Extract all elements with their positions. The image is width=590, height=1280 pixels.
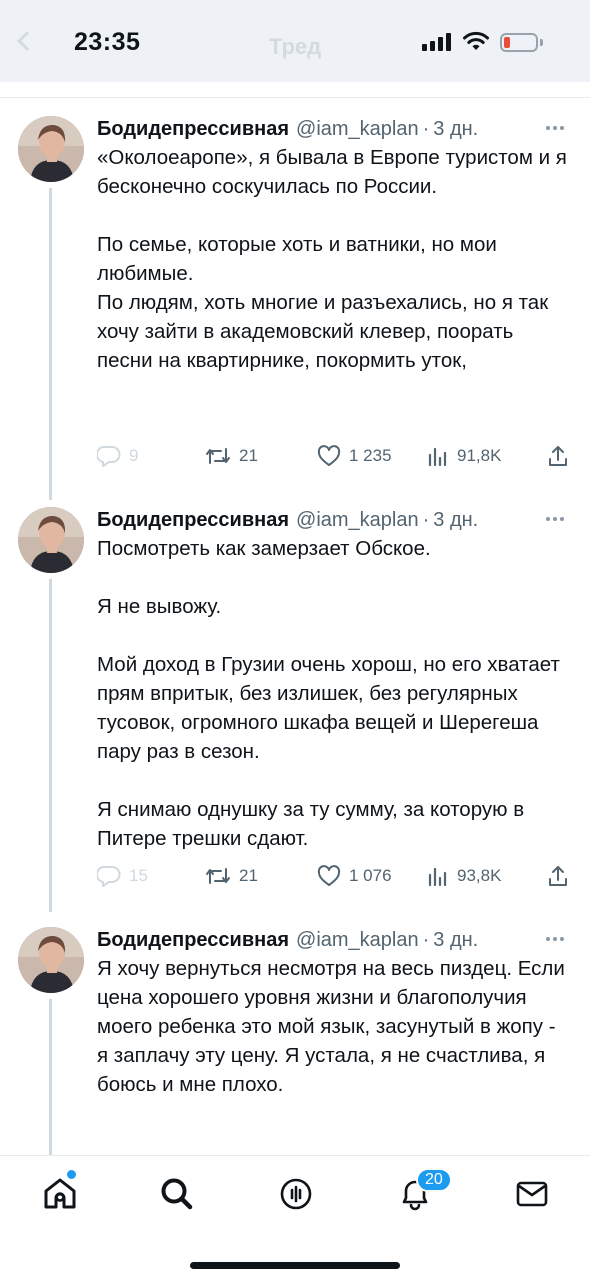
views-button[interactable]: 93,8K [427, 861, 501, 891]
like-count: 1 235 [349, 446, 392, 465]
search-icon [161, 1178, 193, 1210]
share-icon [549, 866, 567, 886]
tweet-actions: 15 21 1 076 93,8K [97, 861, 572, 891]
wifi-icon [463, 31, 489, 50]
thread-line [49, 188, 52, 500]
reply-count: 9 [129, 446, 139, 465]
more-options-icon[interactable] [546, 517, 564, 521]
tweet-header: Бодидепрессивная @iam_kaplan · 3 дн. [97, 116, 478, 142]
battery-icon [500, 33, 538, 52]
thread-line [49, 999, 52, 1159]
like-button[interactable]: 1 235 [317, 441, 392, 471]
retweet-button[interactable]: 21 [205, 861, 258, 891]
retweet-button[interactable]: 21 [205, 441, 258, 471]
tweet-text: Я хочу вернуться несмотря на весь пиздец… [97, 957, 565, 1096]
tweet-actions: 9 21 1 235 91,8K [97, 441, 572, 471]
share-icon [549, 446, 567, 466]
views-count: 91,8K [457, 446, 502, 465]
tweet-time[interactable]: 3 дн. [433, 509, 478, 532]
views-chart-icon [428, 867, 447, 887]
spaces-icon [280, 1178, 312, 1210]
separator-dot: · [422, 117, 430, 140]
heart-icon [317, 445, 341, 466]
tweet[interactable]: Бодидепрессивная @iam_kaplan · 3 дн. Пос… [0, 507, 590, 912]
avatar[interactable] [18, 116, 84, 182]
separator-dot: · [422, 508, 430, 531]
nav-spaces[interactable] [276, 1174, 316, 1214]
tweet-text: «Околоеаропе», я бывала в Европе туристо… [97, 146, 567, 372]
header-divider [0, 97, 590, 98]
reply-icon [97, 865, 121, 887]
avatar[interactable] [18, 507, 84, 573]
home-indicator[interactable] [190, 1262, 400, 1269]
avatar[interactable] [18, 927, 84, 993]
share-button[interactable] [547, 441, 569, 471]
author-name[interactable]: Бодидепрессивная [97, 929, 289, 952]
home-unread-dot [67, 1170, 76, 1179]
thread-line [49, 579, 52, 912]
author-name[interactable]: Бодидепрессивная [97, 509, 289, 532]
nav-search[interactable] [157, 1174, 197, 1214]
reply-icon [97, 445, 121, 467]
tweet[interactable]: Бодидепрессивная @iam_kaplan · 3 дн. «Ок… [0, 116, 590, 500]
tweet-header: Бодидепрессивная @iam_kaplan · 3 дн. [97, 927, 478, 953]
more-options-icon[interactable] [546, 937, 564, 941]
tweet-text: Посмотреть как замерзает Обское. Я не вы… [97, 537, 560, 850]
author-handle[interactable]: @iam_kaplan [296, 509, 419, 532]
views-count: 93,8K [457, 866, 502, 885]
nav-home[interactable] [40, 1174, 80, 1214]
notifications-badge: 20 [416, 1168, 452, 1192]
retweet-icon [206, 868, 230, 884]
mail-icon [516, 1181, 548, 1207]
author-name[interactable]: Бодидепрессивная [97, 118, 289, 141]
like-count: 1 076 [349, 866, 392, 885]
retweet-count: 21 [239, 446, 258, 465]
more-options-icon[interactable] [546, 126, 564, 130]
separator-dot: · [422, 928, 430, 951]
share-button[interactable] [547, 861, 569, 891]
battery-cap [540, 39, 543, 46]
views-chart-icon [428, 447, 447, 467]
home-icon [44, 1178, 76, 1209]
retweet-icon [206, 448, 230, 464]
tweet[interactable]: Бодидепрессивная @iam_kaplan · 3 дн. Я х… [0, 927, 590, 1159]
tweet-header: Бодидепрессивная @iam_kaplan · 3 дн. [97, 507, 478, 533]
views-button[interactable]: 91,8K [427, 441, 501, 471]
reply-button[interactable]: 9 [97, 441, 138, 471]
reply-button[interactable]: 15 [97, 861, 148, 891]
retweet-count: 21 [239, 866, 258, 885]
tweet-time[interactable]: 3 дн. [433, 118, 478, 141]
author-handle[interactable]: @iam_kaplan [296, 929, 419, 952]
heart-icon [317, 865, 341, 886]
author-handle[interactable]: @iam_kaplan [296, 118, 419, 141]
cellular-signal-icon [422, 33, 451, 51]
nav-messages[interactable] [512, 1174, 552, 1214]
status-bar: Тред 23:35 [0, 0, 590, 82]
status-time: 23:35 [74, 28, 141, 56]
tweet-time[interactable]: 3 дн. [433, 929, 478, 952]
reply-count: 15 [129, 866, 148, 885]
like-button[interactable]: 1 076 [317, 861, 392, 891]
